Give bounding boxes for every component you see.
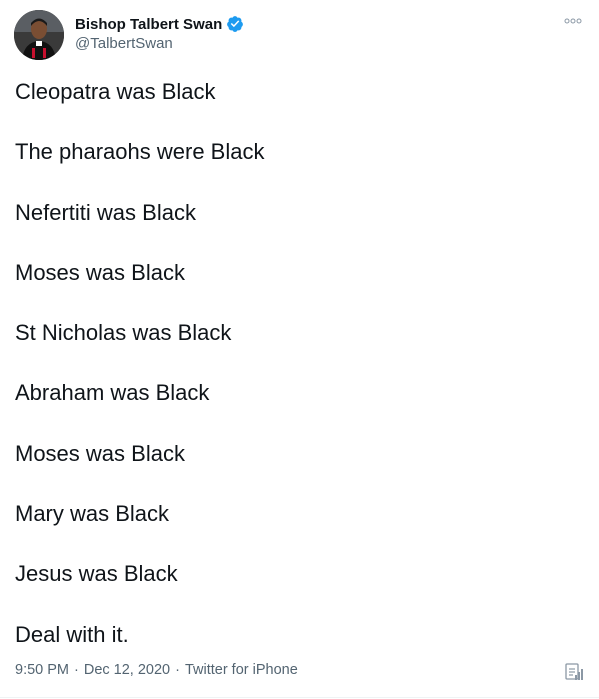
author-name[interactable]: Bishop Talbert Swan	[75, 16, 222, 33]
divider	[0, 697, 599, 698]
tweet-source[interactable]: Twitter for iPhone	[185, 662, 298, 678]
tweet-text: Cleopatra was Black The pharaohs were Bl…	[15, 78, 585, 681]
tweet-line: Nefertiti was Black	[15, 199, 196, 225]
analytics-icon[interactable]	[562, 660, 584, 684]
tweet-line: St Nicholas was Black	[15, 320, 232, 346]
tweet-line: Moses was Black	[15, 440, 185, 466]
tweet-line: Moses was Black	[15, 259, 185, 285]
tweet-meta: 9:50 PM · Dec 12, 2020 · Twitter for iPh…	[15, 662, 298, 678]
meta-separator: ·	[74, 662, 79, 678]
tweet-card: Bishop Talbert Swan @TalbertSwan Cleopat…	[0, 0, 599, 699]
avatar[interactable]	[14, 10, 64, 60]
tweet-date[interactable]: Dec 12, 2020	[84, 662, 170, 678]
meta-separator: ·	[175, 662, 180, 678]
author-name-row[interactable]: Bishop Talbert Swan	[75, 14, 244, 34]
more-options-icon[interactable]	[560, 12, 586, 30]
tweet-line: Deal with it.	[15, 621, 129, 647]
author-handle[interactable]: @TalbertSwan	[75, 35, 173, 52]
verified-badge-icon	[226, 15, 244, 33]
tweet-line: Mary was Black	[15, 501, 170, 527]
tweet-line: Cleopatra was Black	[15, 79, 216, 104]
tweet-line: The pharaohs were Black	[15, 139, 265, 165]
tweet-line: Jesus was Black	[15, 561, 178, 587]
profile-photo-icon	[14, 10, 64, 60]
tweet-time[interactable]: 9:50 PM	[15, 662, 69, 678]
tweet-line: Abraham was Black	[15, 380, 210, 406]
